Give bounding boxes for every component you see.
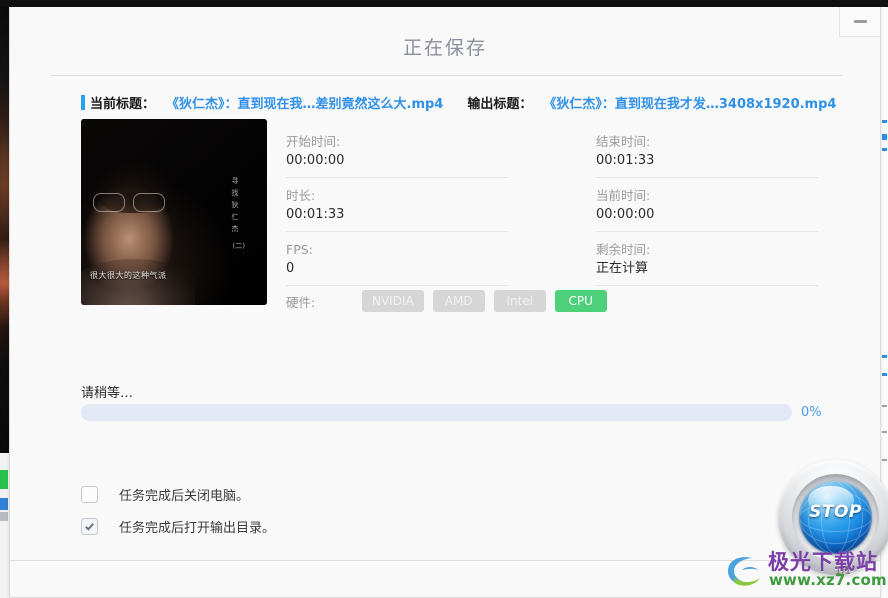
thumbnail-subtitle: 很大很大的这种气派 [90,271,167,280]
minimize-icon [853,20,867,23]
accent-bar-icon [81,94,85,110]
field-current-time: 当前时间: 00:00:00 [596,187,818,241]
thumbnail-subject-shoulder [81,259,195,305]
field-end-time: 结束时间: 00:01:33 [596,133,818,187]
field-value: 00:01:33 [596,153,655,168]
progress-status-text: 请稍等… [81,386,134,401]
check-icon [85,523,94,531]
background-green-marker [0,470,8,489]
hardware-label: 硬件: [286,294,316,310]
field-label: FPS: [286,242,313,257]
field-underline [596,285,818,286]
video-thumbnail: 寻找狄仁杰 (二) 很大很大的这种气派 [81,119,267,305]
field-fps: FPS: 0 [286,241,508,295]
thumbnail-subject-glasses-left [93,193,125,212]
output-title-label: 输出标题： [467,96,533,112]
field-value: 00:01:33 [286,207,345,222]
thumbnail-subject-glasses-right [133,193,165,212]
progress-bar-row: 0% [81,404,841,421]
background-tick [882,405,887,407]
background-tick [882,134,887,140]
background-tick [882,355,887,358]
field-label: 时长: [286,188,316,203]
header-divider [50,75,842,76]
page-title: 正在保存 [402,37,487,59]
checkbox-box[interactable] [81,518,98,535]
field-underline [286,285,508,286]
field-start-time: 开始时间: 00:00:00 [286,133,508,187]
background-video-sliver-left [0,7,9,453]
field-underline [286,231,508,232]
titles-row: 当前标题： 《狄仁杰》：直到现在我…差别竟然这么大.mp4 输出标题： 《狄仁杰… [81,92,836,112]
background-tick [882,120,887,123]
current-title-label: 当前标题： [90,96,156,112]
field-label: 剩余时间: [596,242,651,257]
background-tick [882,373,887,376]
footer-divider [10,560,880,561]
background-blue-marker [0,498,8,510]
current-title-value[interactable]: 《狄仁杰》：直到现在我…差别竟然这么大.mp4 [166,93,443,112]
hardware-option-cpu[interactable]: CPU [554,290,607,312]
hardware-option-intel[interactable]: Intel [493,290,546,312]
info-column-left: 开始时间: 00:00:00 时长: 00:01:33 FPS: 0 [286,133,508,295]
info-column-right: 结束时间: 00:01:33 当前时间: 00:00:00 剩余时间: 正在计算 [596,133,818,295]
field-value: 0 [286,261,295,276]
field-label: 结束时间: [596,134,651,149]
output-title-value[interactable]: 《狄仁杰》：直到现在我才发…3408x1920.mp4 [543,93,836,112]
checkbox-box[interactable] [81,486,98,503]
background-gray-marker [0,512,8,521]
background-tick [882,148,887,151]
field-label: 当前时间: [596,188,651,203]
globe-grid-icon [799,481,872,554]
hardware-option-nvidia[interactable]: NVIDIA [362,290,424,312]
field-value: 00:00:00 [286,153,345,168]
field-label: 开始时间: [286,134,341,149]
checkbox-shutdown-after-task[interactable]: 任务完成后关闭电脑。 [81,485,249,504]
checkbox-open-output-folder[interactable]: 任务完成后打开输出目录。 [81,517,275,536]
checkbox-label: 任务完成后关闭电脑。 [119,489,250,504]
hardware-acceleration-row: 硬件: NVIDIA AMD Intel CPU [286,290,616,312]
progress-percent-label: 0% [801,405,822,420]
field-remaining-time: 剩余时间: 正在计算 [596,241,818,295]
progress-bar-track [81,404,792,421]
field-value: 00:00:00 [596,207,655,222]
field-duration: 时长: 00:01:33 [286,187,508,241]
background-window-titlebar [0,0,888,7]
saving-dialog: 正在保存 当前标题： 《狄仁杰》：直到现在我…差别竟然这么大.mp4 输出标题：… [9,7,888,598]
thumbnail-vertical-title-2: (二) [232,242,245,250]
stop-button-sphere [799,481,872,554]
stop-button[interactable]: STOP [778,460,888,575]
background-tick [882,431,887,433]
hardware-option-amd[interactable]: AMD [432,290,485,312]
field-underline [596,231,818,232]
thumbnail-vertical-title: 寻找狄仁杰 [231,177,239,237]
field-underline [286,177,508,178]
field-underline [596,177,818,178]
checkbox-label: 任务完成后打开输出目录。 [119,521,276,536]
field-value: 正在计算 [596,261,649,276]
